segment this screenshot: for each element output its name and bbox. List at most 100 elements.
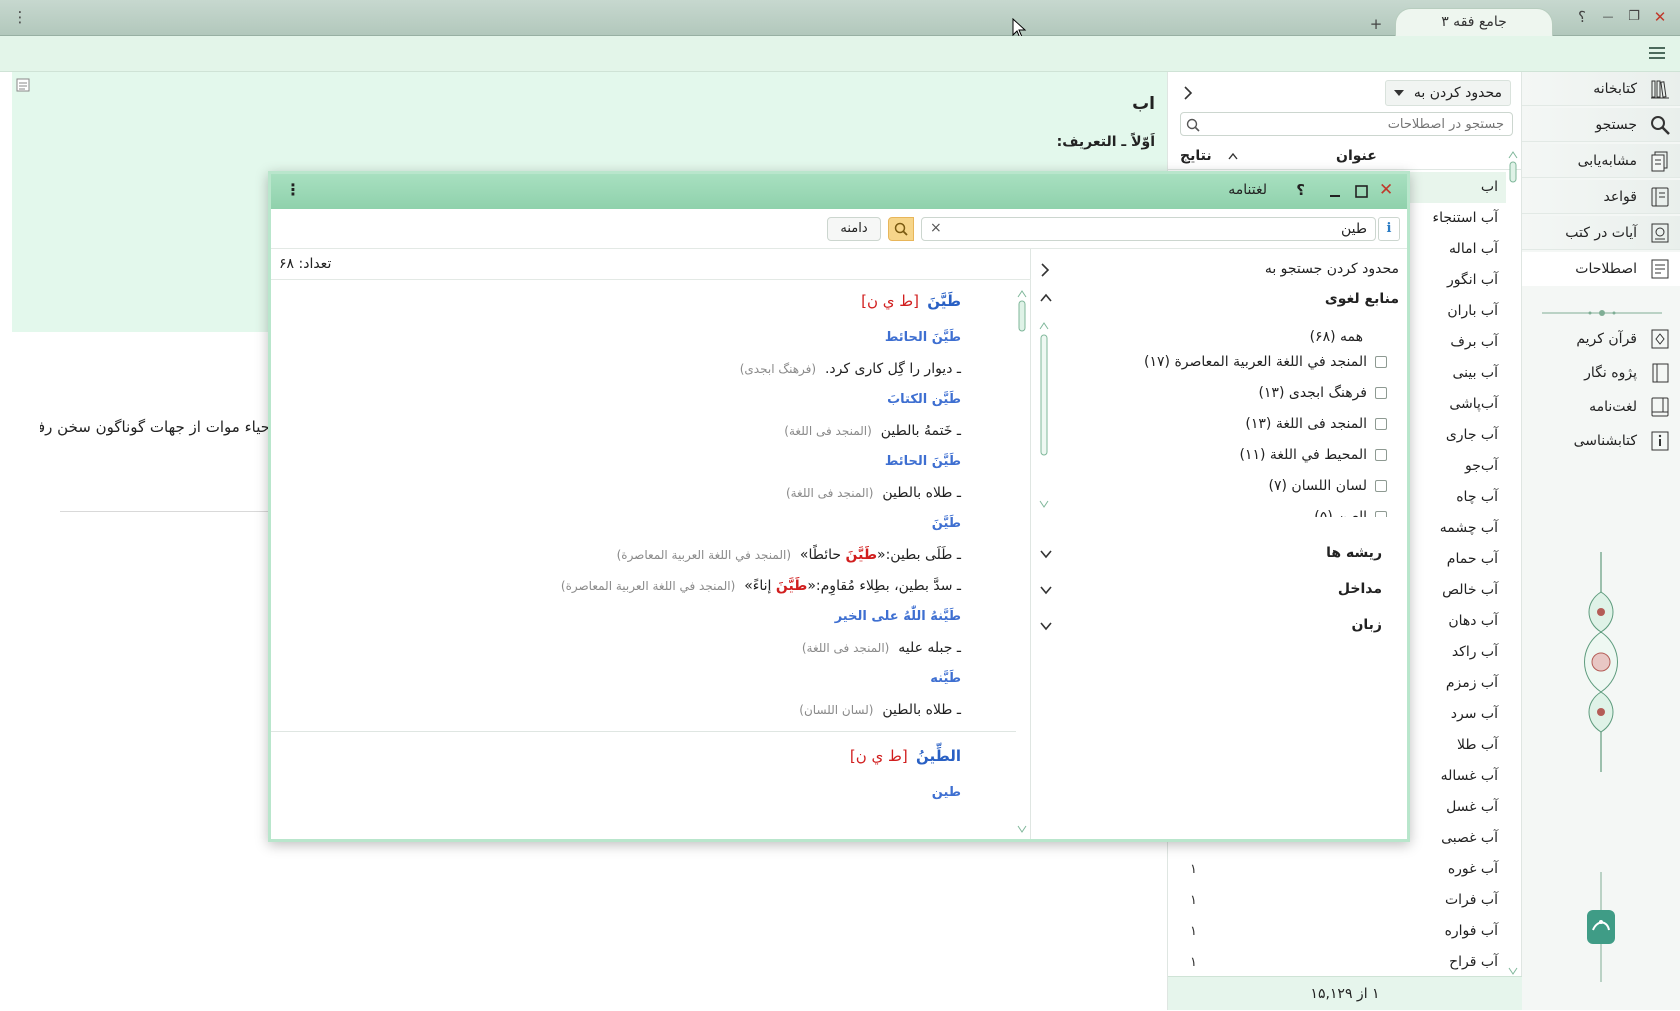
checkbox[interactable] — [1375, 479, 1387, 492]
source-label: لسان اللسان (۷) — [1268, 477, 1368, 494]
term-count: ۱ — [1190, 955, 1197, 970]
checkbox[interactable] — [1375, 355, 1387, 368]
dictionary-icon — [1651, 397, 1669, 417]
sidebar-tool-dictionary[interactable]: لغت‌نامه — [1522, 390, 1680, 424]
sidebar-tool-notebook[interactable]: پژوه نگار — [1522, 356, 1680, 390]
chevron-up-icon[interactable] — [1040, 293, 1052, 303]
document-options-icon[interactable] — [16, 78, 30, 92]
verses-icon — [1651, 223, 1669, 242]
dialog-help-button[interactable]: ؟ — [1296, 181, 1305, 199]
limit-to-dropdown[interactable]: محدود کردن به — [1385, 80, 1511, 106]
term-title: اب — [1480, 179, 1498, 195]
sidebar-item-terms[interactable]: اصطلاحات — [1522, 252, 1680, 286]
dialog-titlebar[interactable]: ⋮ لغتنامه ؟ ✕ — [271, 174, 1407, 209]
checkbox[interactable] — [1375, 448, 1387, 461]
definition-text: ـ طلاه بالطين — [882, 485, 961, 501]
source-label: فرهنگ ابجدی (۱۳) — [1258, 384, 1367, 401]
terms-scrollbar[interactable] — [1508, 150, 1518, 976]
entry-root: [ط ي ن] — [849, 747, 908, 765]
definition-text-end: إناءً» — [744, 578, 776, 594]
source-checkbox-item[interactable]: فرهنگ ابجدی (۱۳) — [1137, 378, 1387, 407]
sidebar-item-similar[interactable]: مشابه‌یابی — [1522, 144, 1680, 178]
dialog-close-button[interactable]: ✕ — [1379, 180, 1393, 200]
filter-section-entries[interactable]: مداخل — [1338, 581, 1382, 597]
sidebar-tool-label: لغت‌نامه — [1589, 399, 1637, 415]
sidebar-item-label: اصطلاحات — [1575, 260, 1637, 277]
term-row[interactable]: آب غوره ۱ — [1168, 854, 1506, 885]
search-button[interactable] — [888, 217, 914, 241]
term-title: آب‌جو — [1465, 458, 1498, 474]
rules-icon — [1651, 187, 1669, 206]
results-list: طَيَّنَ [ط ي ن] طَيَّنَ الحائط ـ دیوار را … — [271, 280, 1031, 839]
checkbox[interactable] — [1375, 386, 1387, 399]
dialog-maximize-icon[interactable] — [1355, 185, 1368, 198]
source-label: المنجد فی اللغة (۱۳) — [1245, 415, 1367, 432]
dialog-menu-icon[interactable]: ⋮ — [285, 180, 301, 199]
sort-ascending-icon[interactable] — [1228, 153, 1238, 160]
term-title: آب غصبی — [1441, 830, 1498, 846]
entry-headword[interactable]: طَيَّنَ — [927, 292, 961, 310]
term-row[interactable]: آب فرات ۱ — [1168, 885, 1506, 916]
sidebar-item-library[interactable]: کتابخانه — [1522, 72, 1680, 106]
filter-section-roots[interactable]: ریشه ها — [1326, 545, 1382, 561]
column-header-title[interactable]: عنوان — [1336, 148, 1377, 164]
chevron-down-icon — [1394, 90, 1404, 96]
add-tab-button[interactable]: + — [1365, 13, 1387, 35]
tab-main[interactable]: جامع فقه ۳ — [1395, 8, 1553, 36]
source-checkbox-item[interactable]: المحيط في اللغة (۱۱) — [1137, 440, 1387, 469]
close-button[interactable]: ✕ — [1649, 6, 1671, 28]
minimize-button[interactable]: — — [1597, 6, 1619, 28]
clear-search-button[interactable]: × — [930, 220, 942, 236]
definition-text: ـ خَتمهُ بالطين — [880, 423, 961, 439]
term-title: آب غوره — [1447, 861, 1498, 877]
window-menu-button[interactable]: ⋮ — [9, 6, 31, 28]
source-checkbox-item[interactable]: المنجد في اللغة العربية المعاصرة (۱۷) — [1137, 347, 1387, 376]
checkbox[interactable] — [1375, 417, 1387, 430]
filter-scrollbar[interactable] — [1038, 321, 1050, 511]
source-checkbox-item[interactable]: لسان اللسان (۷) — [1137, 471, 1387, 500]
dialog-minimize-icon[interactable] — [1329, 186, 1341, 198]
filter-all-option[interactable]: همه (۶۸) — [1310, 329, 1363, 345]
sidebar-tool-quran[interactable]: قرآن کریم — [1522, 322, 1680, 356]
sidebar-item-label: مشابه‌یابی — [1577, 152, 1637, 169]
column-header-results[interactable]: نتایج — [1180, 148, 1212, 164]
chevron-down-icon[interactable] — [1040, 585, 1052, 595]
info-button[interactable]: i — [1378, 217, 1400, 241]
highlighted-term: طَيَّنَ — [845, 547, 878, 563]
chevron-down-icon[interactable] — [1040, 621, 1052, 631]
term-title: آب غسل — [1446, 799, 1498, 815]
chevron-down-icon[interactable] — [1040, 549, 1052, 559]
results-scrollbar[interactable] — [1016, 289, 1028, 834]
hamburger-menu-icon[interactable] — [1648, 45, 1666, 61]
checkbox[interactable] — [1375, 510, 1387, 517]
sidebar-item-search[interactable]: جستجو — [1522, 108, 1680, 142]
term-title: آب چاه — [1456, 489, 1498, 505]
search-icon — [894, 222, 908, 236]
notebook-icon — [1652, 363, 1669, 383]
dictionary-search-input[interactable]: طین × — [921, 217, 1376, 241]
filter-section-language[interactable]: زبان — [1351, 617, 1382, 633]
filter-section-sources[interactable]: منابع لغوی — [1325, 291, 1399, 307]
dialog-title: لغتنامه — [1228, 182, 1267, 198]
term-row[interactable]: آب قراح ۱ — [1168, 947, 1506, 978]
term-title: آب خالص — [1442, 582, 1498, 598]
sidebar-item-rules[interactable]: قواعد — [1522, 180, 1680, 214]
term-row[interactable]: آب فواره ۱ — [1168, 916, 1506, 947]
restore-button[interactable]: ❐ — [1623, 6, 1645, 28]
library-icon — [1651, 80, 1669, 98]
dictionary-dialog: ⋮ لغتنامه ؟ ✕ i طین × دامنه تعداد: ۶۸ طَ… — [268, 171, 1410, 842]
document-divider — [60, 511, 268, 512]
term-title: آب‌پاشی — [1449, 396, 1498, 412]
terms-table-header: عنوان نتایج — [1168, 142, 1522, 170]
sidebar-tool-bibliography[interactable]: کتابشناسی — [1522, 424, 1680, 458]
entry-headword[interactable]: الطِّينُ — [916, 747, 961, 765]
collapse-filter-icon[interactable] — [1040, 263, 1050, 277]
domain-button[interactable]: دامنه — [827, 217, 881, 241]
source-checkbox-item[interactable]: العین (۵) — [1137, 502, 1387, 517]
sidebar-item-verses[interactable]: آیات در کتب — [1522, 216, 1680, 250]
collapse-panel-icon[interactable] — [1182, 86, 1194, 100]
help-button[interactable]: ؟ — [1571, 6, 1593, 28]
sidebar-tool-label: قرآن کریم — [1576, 331, 1637, 347]
source-checkbox-item[interactable]: المنجد فی اللغة (۱۳) — [1137, 409, 1387, 438]
terms-search-input[interactable] — [1180, 112, 1513, 136]
